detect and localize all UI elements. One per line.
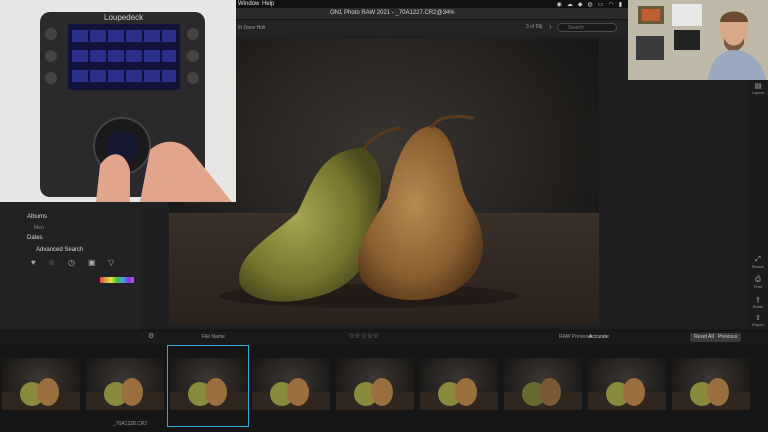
- filmstrip-thumb[interactable]: [2, 358, 80, 410]
- filmstrip-thumb[interactable]: [252, 358, 330, 410]
- camera-icon[interactable]: ▣: [88, 258, 96, 267]
- loupedeck-logo: Loupedeck: [104, 13, 144, 22]
- breadcrumb[interactable]: th Dave Holt: [238, 25, 266, 31]
- filmstrip-selection-frame: [167, 345, 249, 427]
- album-item[interactable]: Men: [34, 225, 44, 231]
- eye-icon[interactable]: ◉: [557, 1, 562, 8]
- cc-icon[interactable]: ◍: [588, 1, 593, 8]
- image-counter: 3 of 59: [526, 24, 542, 30]
- color-label-filter[interactable]: [100, 277, 134, 283]
- layers-icon: ▤: [754, 83, 762, 90]
- wifi-icon[interactable]: ◠: [608, 1, 613, 8]
- previous-button[interactable]: Previous: [714, 333, 742, 342]
- resize-button[interactable]: ⤢ Resize: [748, 256, 768, 269]
- search-input[interactable]: Search: [557, 23, 617, 32]
- export-button[interactable]: ⇧ Export: [748, 314, 768, 327]
- advanced-search-heading[interactable]: Advanced Search: [36, 247, 83, 253]
- filmstrip-thumb[interactable]: [504, 358, 582, 410]
- menu-status-icons: ◉ ☁ ◆ ◍ ▭ ◠ ▮: [557, 0, 622, 8]
- filmstrip-thumb[interactable]: [588, 358, 666, 410]
- dates-heading[interactable]: Dates: [27, 235, 43, 241]
- cast-icon[interactable]: ▭: [598, 1, 604, 8]
- share-icon: ⇪: [755, 297, 761, 304]
- sort-select[interactable]: File Name: [202, 334, 225, 340]
- print-icon: ⎙: [755, 276, 761, 283]
- share-button[interactable]: ⇪ Share: [748, 296, 768, 309]
- dropbox-icon[interactable]: ◆: [578, 1, 583, 8]
- albums-heading[interactable]: Albums: [27, 214, 47, 220]
- heart-icon[interactable]: ♥: [31, 258, 36, 267]
- battery-icon[interactable]: ▮: [619, 1, 622, 8]
- export-icon: ⇧: [755, 315, 761, 322]
- menu-help[interactable]: Help: [262, 1, 274, 7]
- print-button[interactable]: ⎙ Print: [748, 276, 768, 289]
- layers-button[interactable]: ▤ Layers: [748, 82, 768, 95]
- chevron-right-icon[interactable]: ›: [549, 22, 552, 31]
- filmstrip-thumb[interactable]: [420, 358, 498, 410]
- star-icon[interactable]: ☆: [48, 258, 55, 267]
- cloud-icon[interactable]: ☁: [567, 1, 573, 8]
- webcam-overlay: [628, 0, 768, 80]
- filmstrip: [0, 344, 768, 432]
- selected-filename: _70A1228.CR2: [113, 421, 148, 427]
- resize-icon: ⤢: [755, 256, 761, 263]
- filmstrip-thumb[interactable]: [672, 358, 750, 410]
- rating-stars[interactable]: ☆☆☆☆☆: [348, 332, 379, 340]
- raw-previews-select[interactable]: Accurate: [589, 334, 609, 340]
- menu-window[interactable]: Window: [238, 1, 259, 7]
- settings-icon[interactable]: ⚙: [148, 332, 154, 340]
- filter-icon[interactable]: ▽: [108, 258, 114, 267]
- raw-previews-label: RAW Previews: [559, 334, 593, 340]
- bottom-bar: ⚙ File Name ☆☆☆☆☆ RAW Previews Accurate …: [0, 330, 768, 344]
- filmstrip-thumb[interactable]: [336, 358, 414, 410]
- loupedeck-camera-overlay: Loupedeck: [0, 0, 236, 202]
- chevron-left-icon[interactable]: ‹: [540, 22, 543, 31]
- right-tool-panel: ▤ Layers ⤢ Resize ⎙ Print ⇪ Share ⇧ Export: [748, 80, 768, 330]
- green-pear: [239, 148, 382, 302]
- filmstrip-thumb[interactable]: [86, 358, 164, 410]
- window-title: ON1 Photo RAW 2021 - _70A1227.CR2@34%: [330, 10, 455, 16]
- clock-icon[interactable]: ◷: [68, 258, 75, 267]
- left-browse-panel: Albums Men Dates Advanced Search ♥ ☆ ◷ ▣…: [0, 200, 140, 330]
